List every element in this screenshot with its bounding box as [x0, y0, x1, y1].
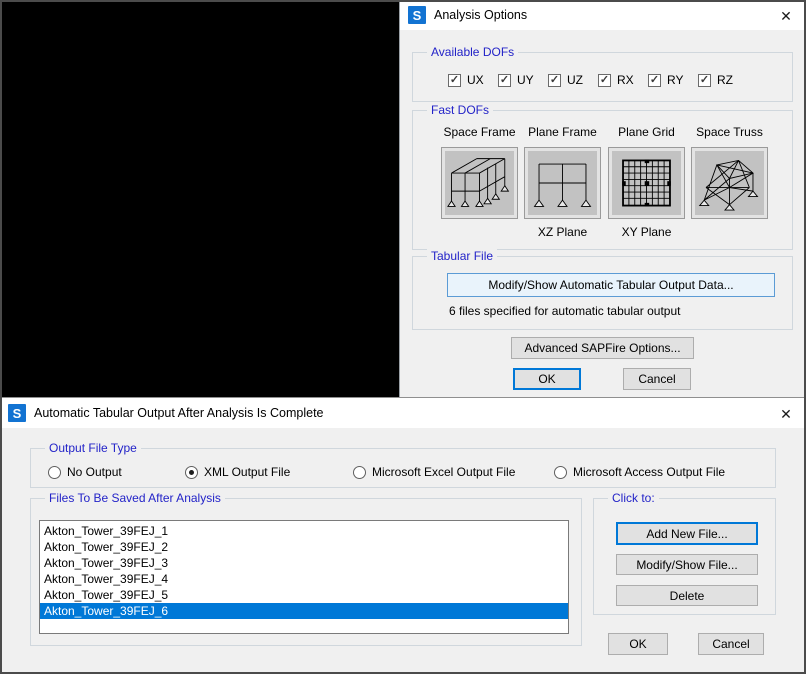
plane-grid-icon	[614, 153, 679, 213]
list-item[interactable]: Akton_Tower_39FEJ_5	[40, 587, 568, 603]
checkbox-rx[interactable]: ✓ RX	[598, 73, 634, 87]
plane-frame-button[interactable]	[524, 147, 601, 219]
radio-icon	[353, 466, 366, 479]
list-item[interactable]: Akton_Tower_39FEJ_2	[40, 539, 568, 555]
sap2000-app-icon: S	[408, 6, 426, 24]
space-truss-label: Space Truss	[687, 125, 772, 139]
check-icon: ✓	[598, 74, 611, 87]
sap2000-app-icon: S	[8, 404, 26, 422]
radio-selected-icon	[185, 466, 198, 479]
files-listbox[interactable]: Akton_Tower_39FEJ_1 Akton_Tower_39FEJ_2 …	[39, 520, 569, 634]
checkbox-uy[interactable]: ✓ UY	[498, 73, 534, 87]
available-dofs-group: Available DOFs ✓ UX ✓ UY ✓ UZ ✓ RX ✓ RY	[412, 52, 793, 102]
model-canvas[interactable]	[0, 0, 400, 397]
radio-no-output[interactable]: No Output	[48, 465, 122, 479]
click-to-label: Click to:	[608, 491, 659, 505]
tabular-output-title: Automatic Tabular Output After Analysis …	[34, 406, 324, 420]
ok-button[interactable]: OK	[608, 633, 668, 655]
checkbox-rz-label: RZ	[717, 73, 733, 87]
checkbox-uz-label: UZ	[567, 73, 583, 87]
space-truss-icon	[697, 153, 762, 213]
advanced-sapfire-options-button[interactable]: Advanced SAPFire Options...	[511, 337, 694, 359]
close-icon[interactable]: ✕	[777, 405, 795, 423]
radio-access-output-file[interactable]: Microsoft Access Output File	[554, 465, 725, 479]
fast-dofs-label: Fast DOFs	[427, 103, 493, 117]
radio-icon	[48, 466, 61, 479]
output-file-type-group: Output File Type No Output XML Output Fi…	[30, 448, 776, 488]
click-to-group: Click to: Add New File... Modify/Show Fi…	[593, 498, 776, 615]
checkbox-uz[interactable]: ✓ UZ	[548, 73, 583, 87]
app-screen: S Analysis Options ✕ Available DOFs ✓ UX…	[0, 0, 806, 674]
space-truss-button[interactable]	[691, 147, 768, 219]
tabular-output-titlebar[interactable]: S Automatic Tabular Output After Analysi…	[0, 398, 806, 428]
ok-button[interactable]: OK	[513, 368, 581, 390]
tabular-file-label: Tabular File	[427, 249, 497, 263]
output-file-type-label: Output File Type	[45, 441, 141, 455]
check-icon: ✓	[648, 74, 661, 87]
radio-icon	[554, 466, 567, 479]
tabular-file-group: Tabular File Modify/Show Automatic Tabul…	[412, 256, 793, 330]
list-item[interactable]: Akton_Tower_39FEJ_4	[40, 571, 568, 587]
radio-no-output-label: No Output	[67, 465, 122, 479]
files-to-be-saved-label: Files To Be Saved After Analysis	[45, 491, 225, 505]
space-frame-button[interactable]	[441, 147, 518, 219]
files-to-be-saved-group: Files To Be Saved After Analysis Akton_T…	[30, 498, 582, 646]
analysis-options-titlebar[interactable]: S Analysis Options	[400, 0, 806, 30]
checkbox-ux[interactable]: ✓ UX	[448, 73, 484, 87]
list-item[interactable]: Akton_Tower_39FEJ_1	[40, 523, 568, 539]
cancel-button[interactable]: Cancel	[623, 368, 691, 390]
check-icon: ✓	[498, 74, 511, 87]
checkbox-rz[interactable]: ✓ RZ	[698, 73, 733, 87]
space-frame-label: Space Frame	[437, 125, 522, 139]
plane-frame-label: Plane Frame	[520, 125, 605, 139]
list-item-selected[interactable]: Akton_Tower_39FEJ_6	[40, 603, 568, 619]
analysis-options-title: Analysis Options	[434, 8, 527, 22]
analysis-options-dialog: S Analysis Options ✕ Available DOFs ✓ UX…	[399, 0, 806, 397]
checkbox-ry-label: RY	[667, 73, 683, 87]
list-item[interactable]: Akton_Tower_39FEJ_3	[40, 555, 568, 571]
fast-dofs-group: Fast DOFs Space Frame Plane Frame Plane …	[412, 110, 793, 250]
xy-plane-label: XY Plane	[604, 225, 689, 239]
radio-excel-output-file-label: Microsoft Excel Output File	[372, 465, 515, 479]
space-frame-icon	[447, 153, 512, 213]
modify-show-tabular-output-button[interactable]: Modify/Show Automatic Tabular Output Dat…	[447, 273, 775, 297]
checkbox-uy-label: UY	[517, 73, 534, 87]
checkbox-ux-label: UX	[467, 73, 484, 87]
check-icon: ✓	[698, 74, 711, 87]
check-icon: ✓	[448, 74, 461, 87]
close-icon[interactable]: ✕	[777, 7, 795, 25]
automatic-tabular-output-dialog: S Automatic Tabular Output After Analysi…	[0, 397, 806, 674]
plane-grid-button[interactable]	[608, 147, 685, 219]
plane-frame-icon	[530, 153, 595, 213]
radio-access-output-file-label: Microsoft Access Output File	[573, 465, 725, 479]
checkbox-ry[interactable]: ✓ RY	[648, 73, 683, 87]
radio-xml-output-file[interactable]: XML Output File	[185, 465, 290, 479]
delete-button[interactable]: Delete	[616, 585, 758, 606]
plane-grid-label: Plane Grid	[604, 125, 689, 139]
add-new-file-button[interactable]: Add New File...	[616, 522, 758, 545]
modify-show-file-button[interactable]: Modify/Show File...	[616, 554, 758, 575]
check-icon: ✓	[548, 74, 561, 87]
available-dofs-label: Available DOFs	[427, 45, 518, 59]
radio-xml-output-file-label: XML Output File	[204, 465, 290, 479]
xz-plane-label: XZ Plane	[520, 225, 605, 239]
radio-excel-output-file[interactable]: Microsoft Excel Output File	[353, 465, 515, 479]
checkbox-rx-label: RX	[617, 73, 634, 87]
tabular-status-text: 6 files specified for automatic tabular …	[449, 304, 680, 318]
cancel-button[interactable]: Cancel	[698, 633, 764, 655]
